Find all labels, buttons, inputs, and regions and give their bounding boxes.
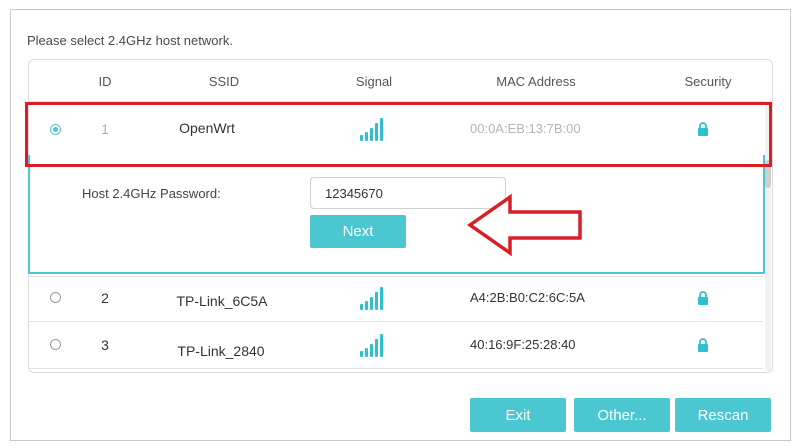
selection-highlight-box [25, 102, 772, 167]
signal-strong-icon [360, 333, 388, 357]
row-3-ssid: TP-Link_2840 [177, 343, 265, 359]
column-header-security: Security [684, 74, 732, 89]
signal-strong-icon [360, 286, 388, 310]
row-divider [29, 368, 763, 369]
row-3-mac: 40:16:9F:25:28:40 [470, 337, 576, 352]
rescan-button[interactable]: Rescan [675, 398, 771, 432]
annotation-arrow-icon [466, 194, 582, 256]
row-2-id: 2 [101, 290, 109, 306]
row-3-radio[interactable] [50, 339, 61, 350]
dialog-prompt: Please select 2.4GHz host network. [27, 33, 233, 48]
password-label: Host 2.4GHz Password: [82, 186, 221, 201]
column-header-ssid: SSID [208, 74, 240, 89]
column-header-mac: MAC Address [496, 74, 576, 89]
row-divider [29, 321, 763, 322]
row-2-radio[interactable] [50, 292, 61, 303]
row-2-mac: A4:2B:B0:C2:6C:5A [470, 290, 585, 305]
row-divider [29, 276, 763, 277]
exit-button[interactable]: Exit [470, 398, 566, 432]
row-3-id: 3 [101, 337, 109, 353]
other-button[interactable]: Other... [574, 398, 670, 432]
lock-icon [698, 291, 708, 305]
row-2-ssid: TP-Link_6C5A [176, 293, 268, 309]
column-header-signal: Signal [355, 74, 393, 89]
lock-icon [698, 338, 708, 352]
next-button[interactable]: Next [310, 215, 406, 248]
column-header-id: ID [98, 74, 112, 89]
